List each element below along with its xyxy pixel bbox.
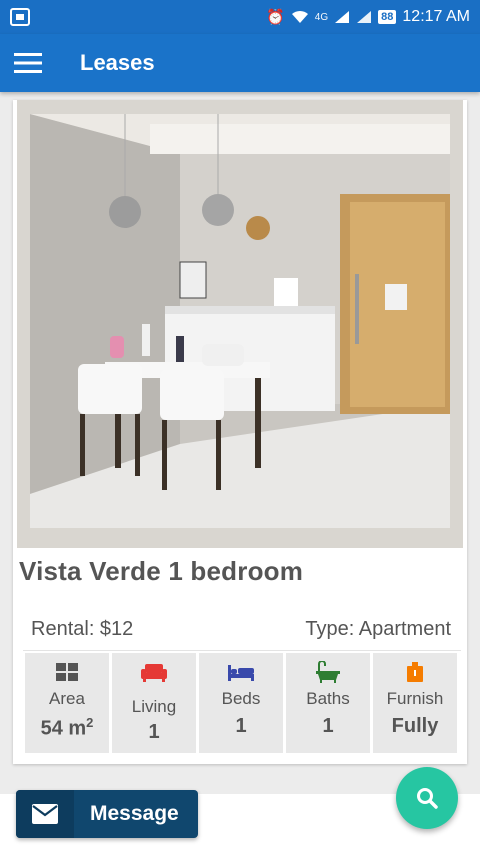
grid-icon (56, 661, 78, 683)
feature-value: Fully (391, 715, 439, 737)
page-title: Leases (80, 50, 155, 75)
clock: 12:17 AM (402, 8, 470, 25)
feature-living: Living 1 (112, 653, 196, 753)
listing-meta: Rental: $12 Type: Apartment (31, 618, 451, 641)
feature-grid: Area 54 m2 Living 1 Beds 1 Baths 1 Furni… (25, 653, 457, 753)
bathtub-icon (316, 661, 340, 683)
network-type: 4G (314, 11, 329, 23)
divider (23, 650, 461, 651)
envelope-icon (16, 790, 74, 838)
apartment-photo (30, 114, 450, 528)
feature-label: Beds (221, 689, 261, 708)
screenshot-icon (10, 8, 30, 26)
feature-value: 54 m2 (40, 715, 94, 740)
feature-value: 1 (235, 715, 247, 737)
menu-button[interactable] (0, 34, 56, 92)
status-bar: ⏰ 4G 88 12:17 AM (0, 0, 480, 34)
message-button-label: Message (90, 802, 179, 825)
feature-furnish: Furnish Fully (373, 653, 457, 753)
search-icon (417, 788, 438, 809)
property-type: Type: Apartment (305, 618, 451, 640)
feature-beds: Beds 1 (199, 653, 283, 753)
wifi-icon (291, 10, 308, 23)
hamburger-icon (14, 53, 42, 73)
furniture-icon (406, 661, 424, 683)
signal-icon (335, 11, 350, 23)
listing-card[interactable]: Vista Verde 1 bedroom Rental: $12 Type: … (13, 100, 467, 764)
feature-label: Area (49, 689, 85, 708)
feature-label: Furnish (386, 689, 444, 708)
bed-icon (228, 661, 254, 683)
listing-photo[interactable] (30, 114, 450, 528)
sofa-icon (141, 661, 167, 683)
listing-title: Vista Verde 1 bedroom (19, 556, 304, 586)
app-bar: Leases (0, 34, 480, 92)
listing-photo-frame (17, 100, 463, 548)
message-button[interactable]: Message (16, 790, 198, 838)
rental-price: Rental: $12 (31, 618, 134, 640)
signal-icon-2 (357, 11, 372, 23)
feature-value: 1 (148, 721, 160, 743)
alarm-icon: ⏰ (266, 9, 285, 26)
feature-label: Baths (306, 689, 350, 708)
feature-area: Area 54 m2 (25, 653, 109, 753)
feature-baths: Baths 1 (286, 653, 370, 753)
feature-value: 1 (322, 715, 334, 737)
battery-indicator: 88 (378, 10, 397, 24)
feature-label: Living (131, 697, 177, 716)
search-fab[interactable] (396, 767, 458, 829)
